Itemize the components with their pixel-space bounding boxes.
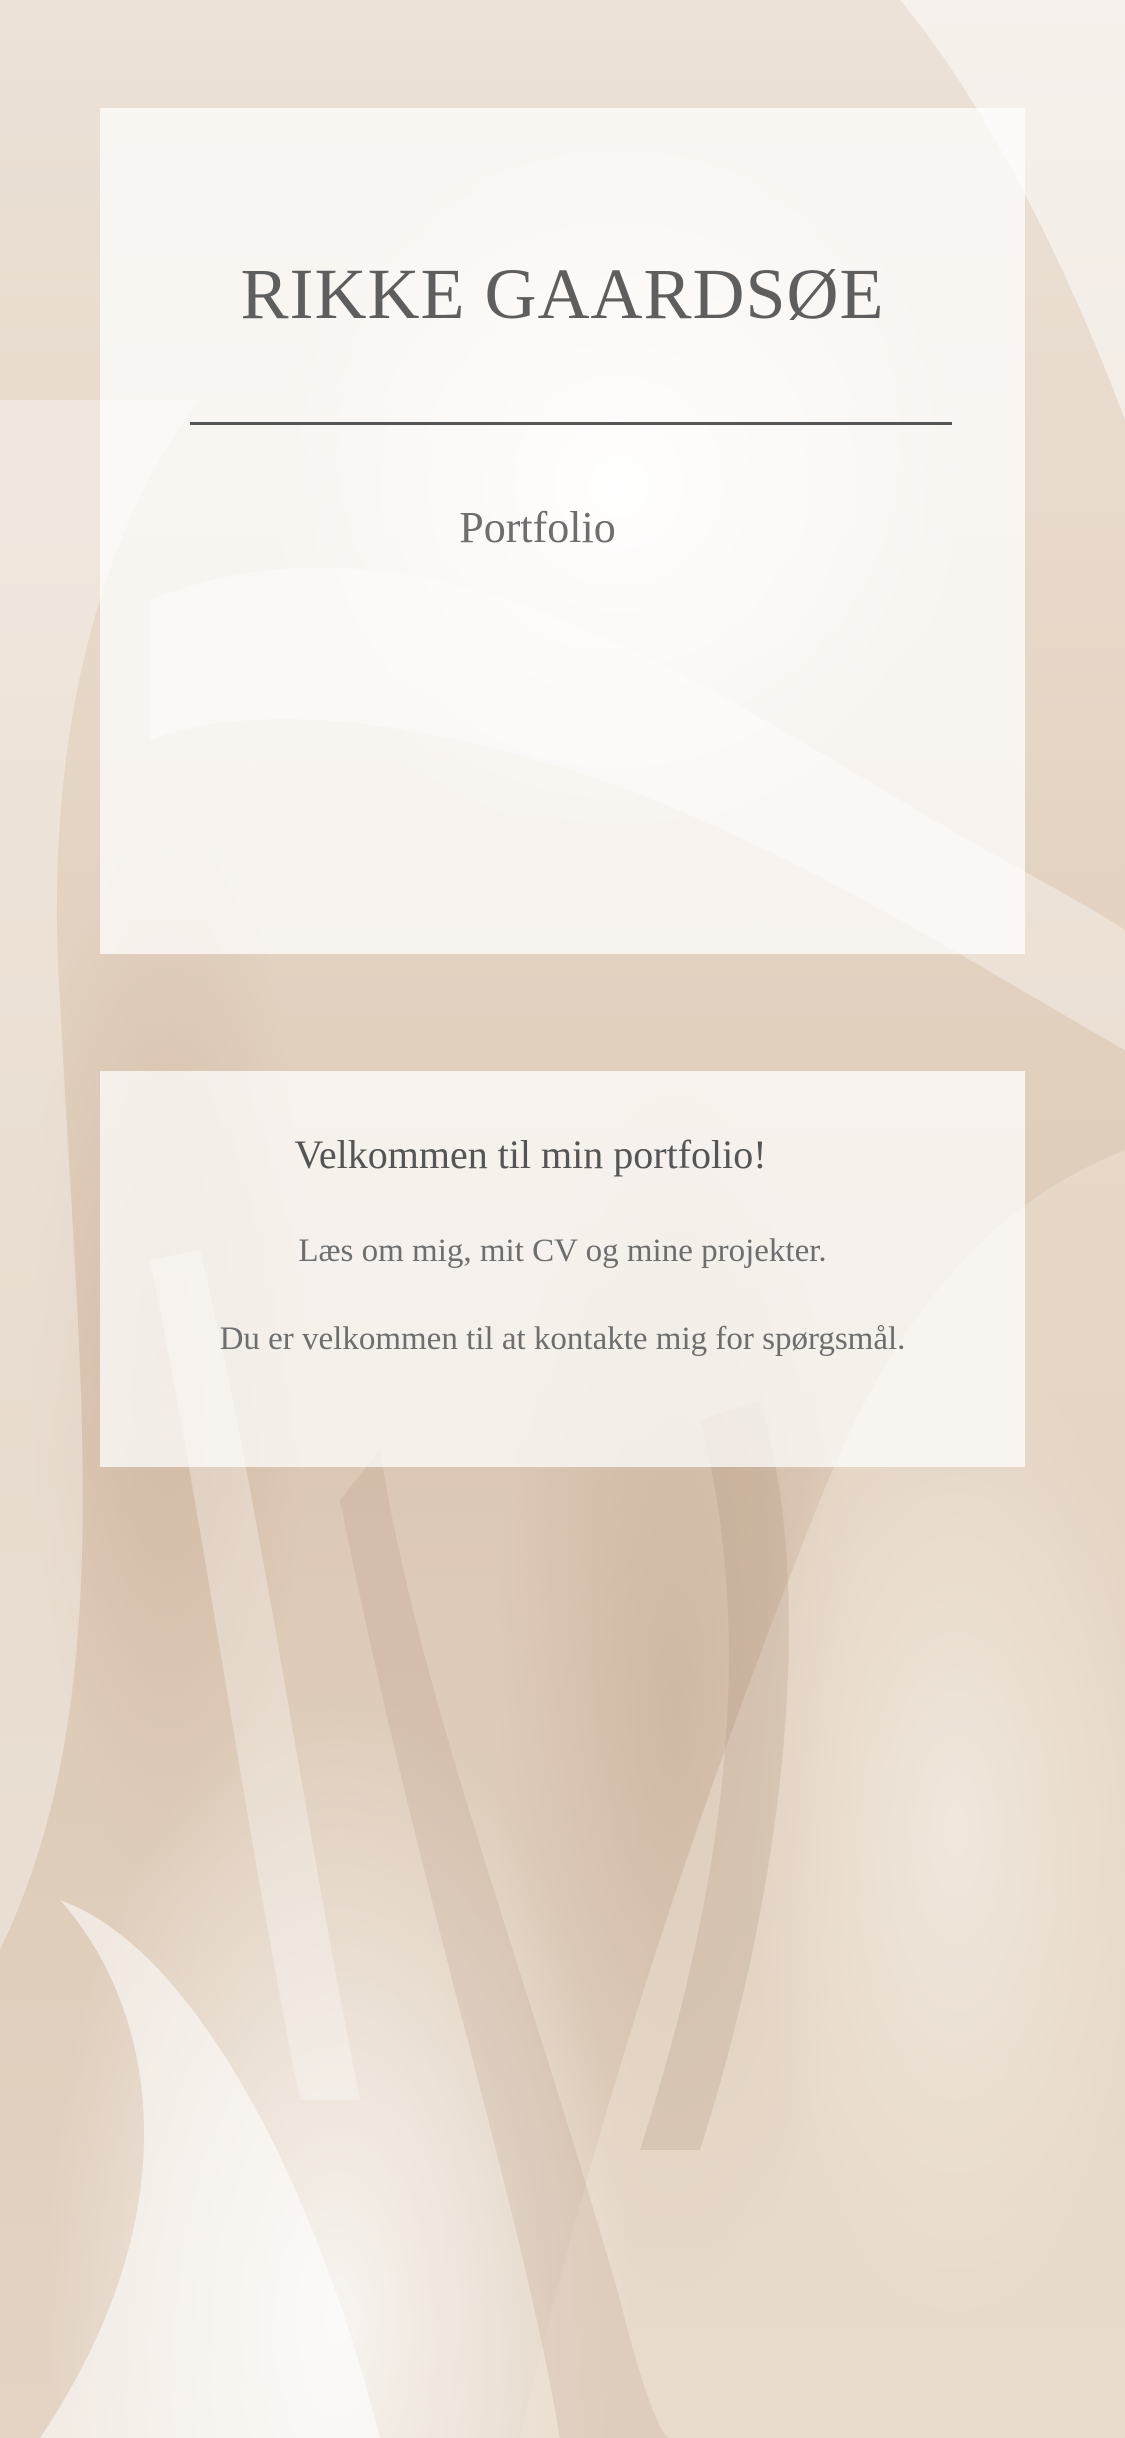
portfolio-subtitle: Portfolio <box>459 503 616 552</box>
welcome-text-contact: Du er velkommen til at kontakte mig for … <box>219 1321 906 1357</box>
welcome-heading: Velkommen til min portfolio! <box>294 1132 767 1177</box>
welcome-card: Velkommen til min portfolio! Læs om mig,… <box>100 1071 1025 1467</box>
welcome-text-about: Læs om mig, mit CV og mine projekter. <box>298 1233 827 1269</box>
site-owner-name: RIKKE GAARDSØE <box>240 254 885 334</box>
title-divider <box>190 422 952 425</box>
hero-card: RIKKE GAARDSØE Portfolio <box>100 108 1025 954</box>
